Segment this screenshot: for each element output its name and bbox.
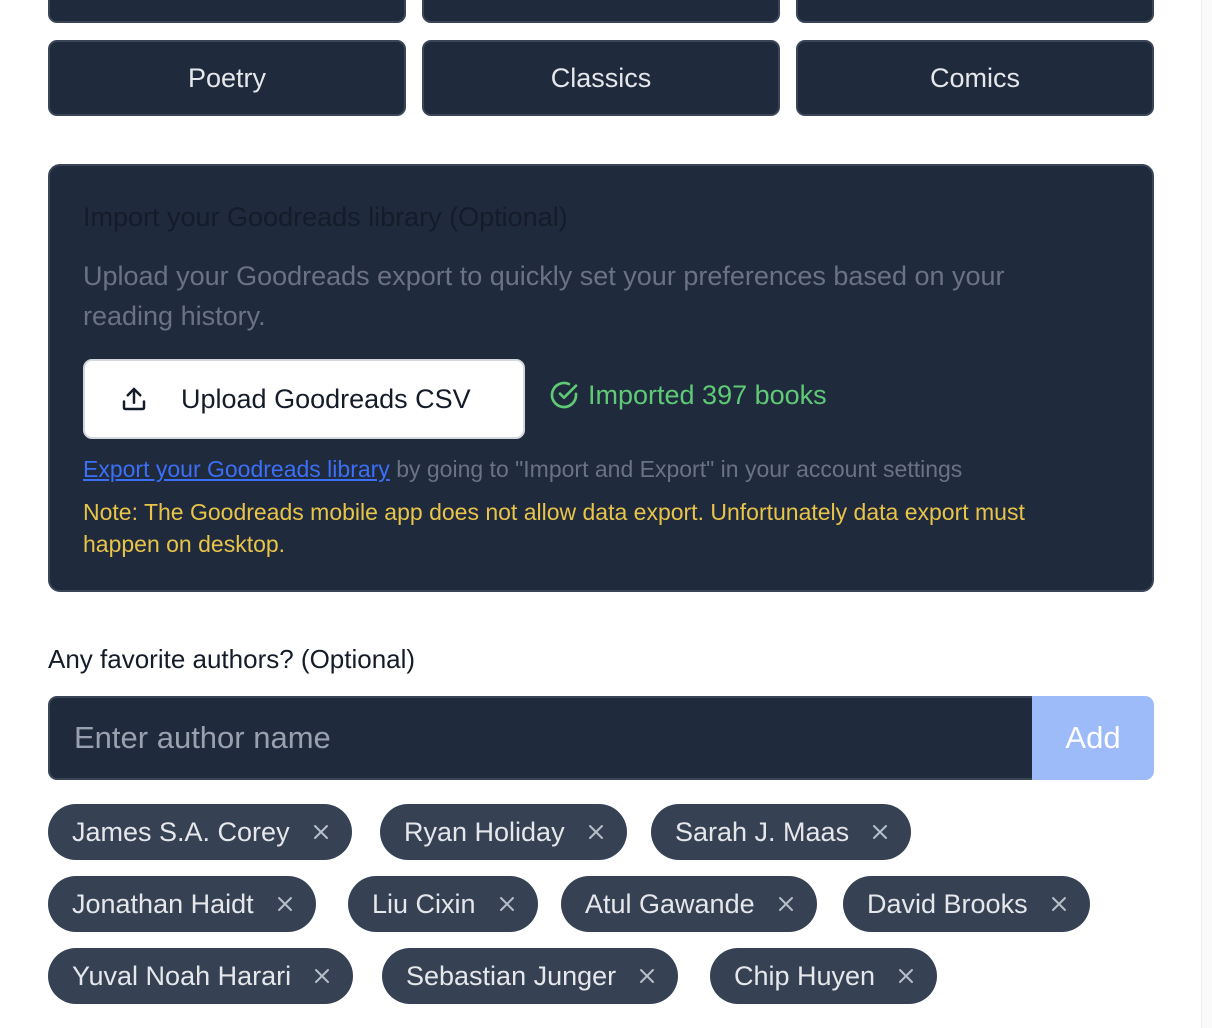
author-chip: Sarah J. Maas	[651, 804, 912, 860]
genre-button-comics[interactable]: Comics	[796, 40, 1154, 116]
author-chip: Atul Gawande	[561, 876, 817, 932]
author-chip-label: Sebastian Junger	[406, 960, 617, 991]
author-chip-label: Chip Huyen	[734, 960, 876, 991]
import-title: Import your Goodreads library (Optional)	[83, 202, 568, 232]
author-chip: Ryan Holiday	[380, 804, 627, 860]
author-chip: Chip Huyen	[710, 948, 938, 1004]
import-status-text: Imported 397 books	[588, 379, 827, 410]
author-chip: Sebastian Junger	[382, 948, 679, 1004]
close-icon[interactable]	[276, 895, 294, 913]
mobile-export-note: Note: The Goodreads mobile app does not …	[83, 499, 1025, 557]
author-chip-label: Sarah J. Maas	[675, 816, 850, 847]
close-icon[interactable]	[1050, 895, 1068, 913]
genre-button-row1-1[interactable]	[48, 0, 406, 23]
author-chip: Liu Cixin	[348, 876, 538, 932]
author-chip-label: Yuval Noah Harari	[72, 960, 292, 991]
author-chip: Yuval Noah Harari	[48, 948, 354, 1004]
import-description: Upload your Goodreads export to quickly …	[83, 261, 1005, 331]
close-icon[interactable]	[498, 895, 516, 913]
genre-button-row1-3[interactable]	[796, 0, 1154, 23]
author-name-input[interactable]	[48, 696, 1032, 780]
upload-icon	[117, 382, 151, 416]
author-chip-label: Liu Cixin	[372, 888, 476, 919]
close-icon[interactable]	[638, 967, 656, 985]
close-icon[interactable]	[897, 967, 915, 985]
upload-button-label: Upload Goodreads CSV	[181, 383, 471, 414]
add-author-button[interactable]: Add	[1032, 696, 1154, 780]
author-chip-label: Ryan Holiday	[404, 816, 565, 847]
author-chip: David Brooks	[843, 876, 1090, 932]
author-chip-label: Atul Gawande	[585, 888, 755, 919]
genre-button-poetry[interactable]: Poetry	[48, 40, 406, 116]
close-icon[interactable]	[312, 823, 330, 841]
genre-button-row1-2[interactable]	[422, 0, 780, 23]
export-instructions-suffix: by going to "Import and Export" in your …	[389, 456, 963, 482]
author-chip-label: James S.A. Corey	[72, 816, 290, 847]
author-chip-label: David Brooks	[867, 888, 1028, 919]
check-circle-icon	[548, 379, 580, 411]
favorite-authors-label: Any favorite authors? (Optional)	[48, 644, 416, 674]
author-chip: James S.A. Corey	[48, 804, 352, 860]
author-chip: Jonathan Haidt	[48, 876, 316, 932]
import-status: Imported 397 books	[548, 379, 827, 411]
export-goodreads-link[interactable]: Export your Goodreads library	[83, 456, 390, 482]
genre-button-classics[interactable]: Classics	[422, 40, 780, 116]
close-icon[interactable]	[871, 823, 889, 841]
page: Poetry Classics Comics Import your Goodr…	[0, 0, 1212, 1028]
author-chip-label: Jonathan Haidt	[72, 888, 254, 919]
close-icon[interactable]	[587, 823, 605, 841]
export-instructions: Export your Goodreads library by going t…	[83, 456, 962, 483]
scrollbar[interactable]	[1201, 0, 1212, 1028]
upload-goodreads-csv-button[interactable]: Upload Goodreads CSV	[83, 359, 525, 439]
goodreads-import-card: Import your Goodreads library (Optional)…	[48, 164, 1154, 592]
close-icon[interactable]	[777, 895, 795, 913]
close-icon[interactable]	[313, 967, 331, 985]
